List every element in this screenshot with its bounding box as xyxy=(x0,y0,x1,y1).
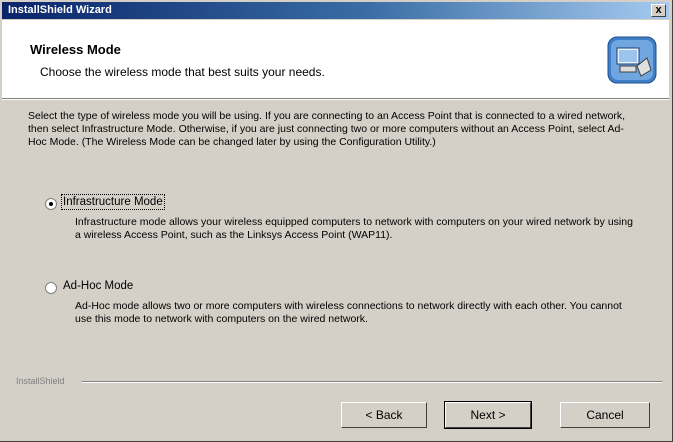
footer-divider xyxy=(82,381,662,383)
computer-setup-icon xyxy=(607,36,657,84)
window-title: InstallShield Wizard xyxy=(8,4,112,16)
installshield-wizard-window: InstallShield Wizard x Wireless Mode Cho… xyxy=(0,0,673,442)
page-subtitle: Choose the wireless mode that best suits… xyxy=(40,65,325,79)
title-bar[interactable]: InstallShield Wizard x xyxy=(2,2,669,19)
intro-text: Select the type of wireless mode you wil… xyxy=(28,110,626,148)
cancel-button[interactable]: Cancel xyxy=(560,402,650,428)
infrastructure-mode-description: Infrastructure mode allows your wireless… xyxy=(75,216,633,241)
header-divider xyxy=(2,98,669,100)
ad-hoc-mode-radio[interactable] xyxy=(45,282,57,294)
close-icon: x xyxy=(655,4,662,16)
page-title: Wireless Mode xyxy=(30,42,121,57)
wizard-header: Wireless Mode Choose the wireless mode t… xyxy=(2,20,669,98)
infrastructure-mode-radio[interactable] xyxy=(45,198,57,210)
installshield-brand-label: InstallShield xyxy=(16,376,65,386)
next-button[interactable]: Next > xyxy=(444,401,532,429)
ad-hoc-mode-description: Ad-Hoc mode allows two or more computers… xyxy=(75,300,622,325)
back-button[interactable]: < Back xyxy=(341,402,427,428)
infrastructure-mode-label[interactable]: Infrastructure Mode xyxy=(61,194,165,210)
close-button[interactable]: x xyxy=(651,4,666,17)
radio-selected-dot-icon xyxy=(49,202,53,206)
ad-hoc-mode-label[interactable]: Ad-Hoc Mode xyxy=(63,280,133,292)
